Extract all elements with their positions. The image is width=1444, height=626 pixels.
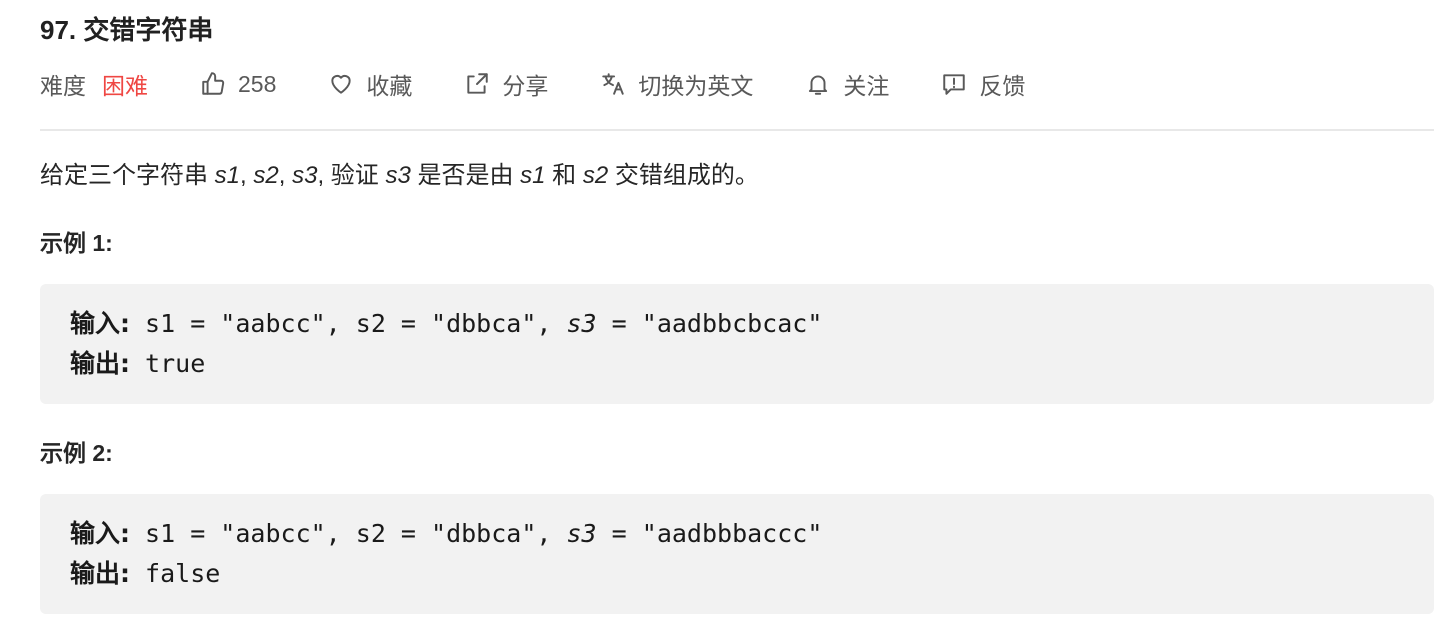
example-1-input-line: 输入: s1 = "aabcc", s2 = "dbbca", s3 = "aa…	[70, 304, 1404, 344]
input-value: s1 = "aabcc", s2 = "dbbca",	[130, 519, 567, 548]
problem-title: 97. 交错字符串	[40, 15, 214, 45]
share-icon	[464, 71, 490, 97]
input-label: 输入:	[70, 309, 130, 338]
example-1-codeblock: 输入: s1 = "aabcc", s2 = "dbbca", s3 = "aa…	[40, 284, 1434, 404]
desc-var-s1: s1	[520, 162, 546, 189]
translate-label: 切换为英文	[638, 73, 754, 99]
problem-description: 给定三个字符串 s1, s2, s3, 验证 s3 是否是由 s1 和 s2 交…	[40, 158, 759, 194]
thumbs-up-icon	[200, 71, 226, 97]
translate-button[interactable]: 切换为英文	[600, 67, 753, 101]
difficulty-label: 难度	[40, 73, 86, 99]
desc-text: 是否是由	[410, 162, 521, 189]
desc-text: 交错组成的。	[608, 162, 759, 189]
like-count: 258	[238, 70, 277, 97]
desc-var-s2: s2	[582, 162, 609, 189]
desc-var-s3: s3	[292, 162, 318, 189]
bell-icon	[805, 71, 831, 97]
desc-var-s2: s2	[253, 162, 279, 189]
example-1-output-line: 输出: true	[70, 344, 1404, 384]
share-button[interactable]: 分享	[464, 67, 548, 101]
input-var-s3: s3	[566, 519, 597, 548]
like-button[interactable]: 258	[200, 71, 276, 98]
output-value: false	[130, 559, 221, 588]
output-value: true	[130, 349, 206, 378]
desc-text: ,	[240, 162, 254, 189]
follow-button[interactable]: 关注	[805, 67, 889, 101]
example-2-codeblock: 输入: s1 = "aabcc", s2 = "dbbca", s3 = "aa…	[40, 494, 1434, 614]
input-label: 输入:	[70, 519, 130, 548]
desc-text: , 验证	[317, 162, 386, 189]
input-value: = "aadbbbaccc"	[596, 519, 823, 548]
favorite-button[interactable]: 收藏	[328, 67, 412, 101]
output-label: 输出:	[70, 349, 130, 378]
output-label: 输出:	[70, 559, 130, 588]
input-value: s1 = "aabcc", s2 = "dbbca",	[130, 309, 567, 338]
example-2-output-line: 输出: false	[70, 554, 1404, 594]
example-1-title: 示例 1:	[40, 230, 113, 256]
desc-text: ,	[278, 162, 293, 189]
follow-label: 关注	[843, 73, 890, 99]
feedback-button[interactable]: 反馈	[941, 67, 1025, 101]
example-2-title: 示例 2:	[40, 440, 113, 466]
divider	[40, 129, 1434, 131]
input-value: = "aadbbcbcac"	[596, 309, 823, 338]
desc-var-s3: s3	[385, 162, 411, 189]
desc-var-s1: s1	[214, 162, 241, 189]
example-2-input-line: 输入: s1 = "aabcc", s2 = "dbbca", s3 = "aa…	[70, 514, 1404, 554]
desc-text: 和	[545, 162, 583, 189]
input-var-s3: s3	[566, 309, 597, 338]
share-label: 分享	[502, 73, 549, 99]
feedback-icon	[941, 71, 967, 97]
heart-icon	[328, 71, 354, 97]
feedback-label: 反馈	[979, 73, 1026, 99]
desc-text: 给定三个字符串	[40, 162, 215, 189]
difficulty-badge: 困难	[102, 73, 148, 99]
translate-icon	[600, 71, 626, 97]
problem-meta-bar: 难度 困难 258 收藏 分享 切换为英文 关注 反馈	[40, 64, 1025, 104]
favorite-label: 收藏	[366, 73, 413, 99]
